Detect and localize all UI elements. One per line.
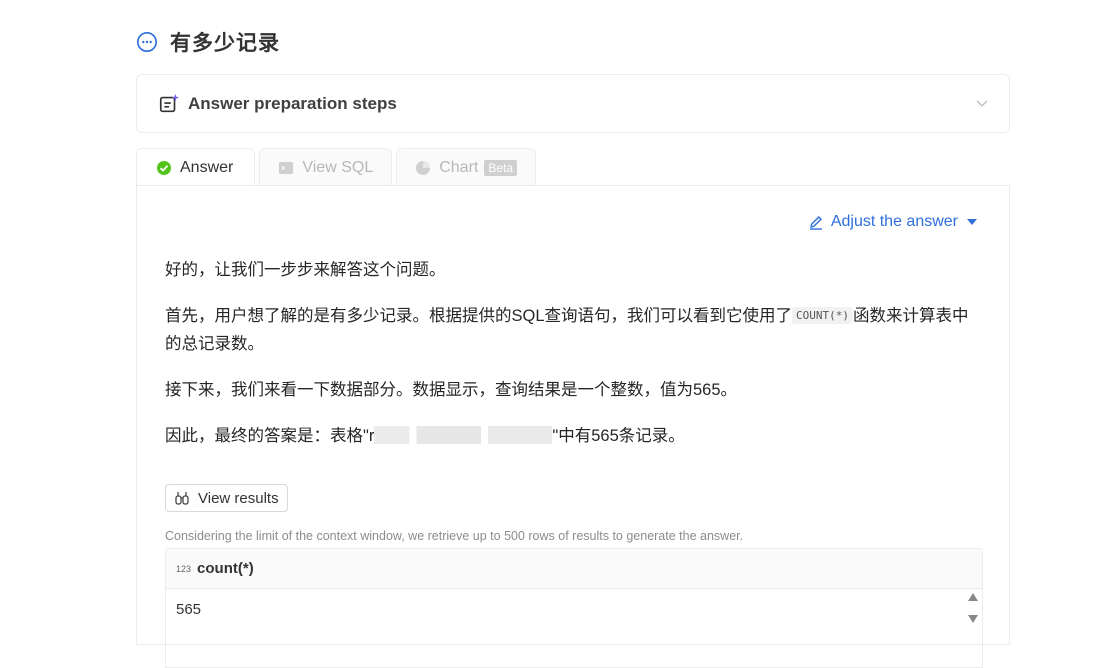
answer-tabs: Answer View SQL Chart Beta: [136, 148, 537, 186]
redacted-table-name: [374, 426, 553, 444]
table-cell: 565: [176, 600, 202, 618]
tab-chart[interactable]: Chart Beta: [396, 148, 537, 186]
answer-p3: 接下来，我们来看一下数据部分。数据显示，查询结果是一个整数，值为565。: [165, 381, 738, 399]
pencil-icon: [809, 216, 822, 230]
answer-p2-text: 首先，用户想了解的是有多少记录。根据提供的SQL查询语句，我们可以看到它使用了: [165, 307, 793, 325]
check-circle-icon: [157, 160, 171, 175]
sparkle-notes-icon: [159, 93, 180, 112]
answer-p4-text-end: "中有565条记录。: [552, 427, 685, 445]
view-results-button[interactable]: View results: [165, 484, 288, 512]
inline-code: COUNT(*): [792, 307, 854, 324]
chat-bubble-icon: [137, 32, 157, 52]
tab-answer[interactable]: Answer: [136, 148, 256, 186]
tab-view-sql-label: View SQL: [302, 158, 374, 176]
answer-text: 好的，让我们一步步来解答这个问题。 首先，用户想了解的是有多少记录。根据提供的S…: [165, 256, 983, 468]
answer-panel: Adjust the answer 好的，让我们一步步来解答这个问题。 首先，用…: [136, 185, 1010, 668]
column-name: count(*): [197, 560, 254, 577]
answer-preparation-steps-collapse[interactable]: Answer preparation steps: [136, 74, 1010, 133]
context-limit-note: Considering the limit of the context win…: [165, 529, 744, 543]
terminal-icon: [279, 161, 294, 174]
scroll-down-icon[interactable]: [968, 615, 978, 623]
answer-paragraph: 接下来，我们来看一下数据部分。数据显示，查询结果是一个整数，值为565。: [165, 376, 983, 404]
caret-down-icon: [967, 219, 977, 225]
scroll-up-icon[interactable]: [968, 593, 978, 601]
adjust-answer-label: Adjust the answer: [830, 213, 958, 230]
question-title: 有多少记录: [170, 32, 280, 55]
table-row: 565: [166, 589, 982, 629]
adjust-answer-button[interactable]: Adjust the answer: [808, 213, 977, 231]
binoculars-icon: [175, 492, 189, 505]
beta-badge: Beta: [484, 159, 518, 176]
results-table: 123 count(*) 565: [165, 548, 983, 668]
tab-view-sql[interactable]: View SQL: [259, 148, 393, 186]
view-results-label: View results: [198, 489, 279, 507]
answer-paragraph: 好的，让我们一步步来解答这个问题。: [165, 256, 983, 284]
tab-chart-label: Chart: [439, 158, 479, 176]
answer-paragraph: 首先，用户想了解的是有多少记录。根据提供的SQL查询语句，我们可以看到它使用了 C…: [165, 302, 983, 358]
answer-paragraph: 因此，最终的答案是：表格"r "中有565条记录。: [165, 422, 983, 450]
steps-label: Answer preparation steps: [188, 93, 397, 113]
answer-p1: 好的，让我们一步步来解答这个问题。: [165, 261, 446, 279]
table-header-count[interactable]: 123 count(*): [166, 549, 982, 589]
pie-chart-icon: [416, 160, 431, 175]
number-type-icon: 123: [176, 563, 192, 574]
tab-answer-label: Answer: [180, 158, 234, 176]
answer-p4-text: 因此，最终的答案是：表格"r: [165, 427, 375, 445]
table-scrollbar[interactable]: [968, 593, 978, 633]
question-header: 有多少记录: [136, 27, 280, 57]
chevron-down-icon[interactable]: [975, 97, 989, 111]
